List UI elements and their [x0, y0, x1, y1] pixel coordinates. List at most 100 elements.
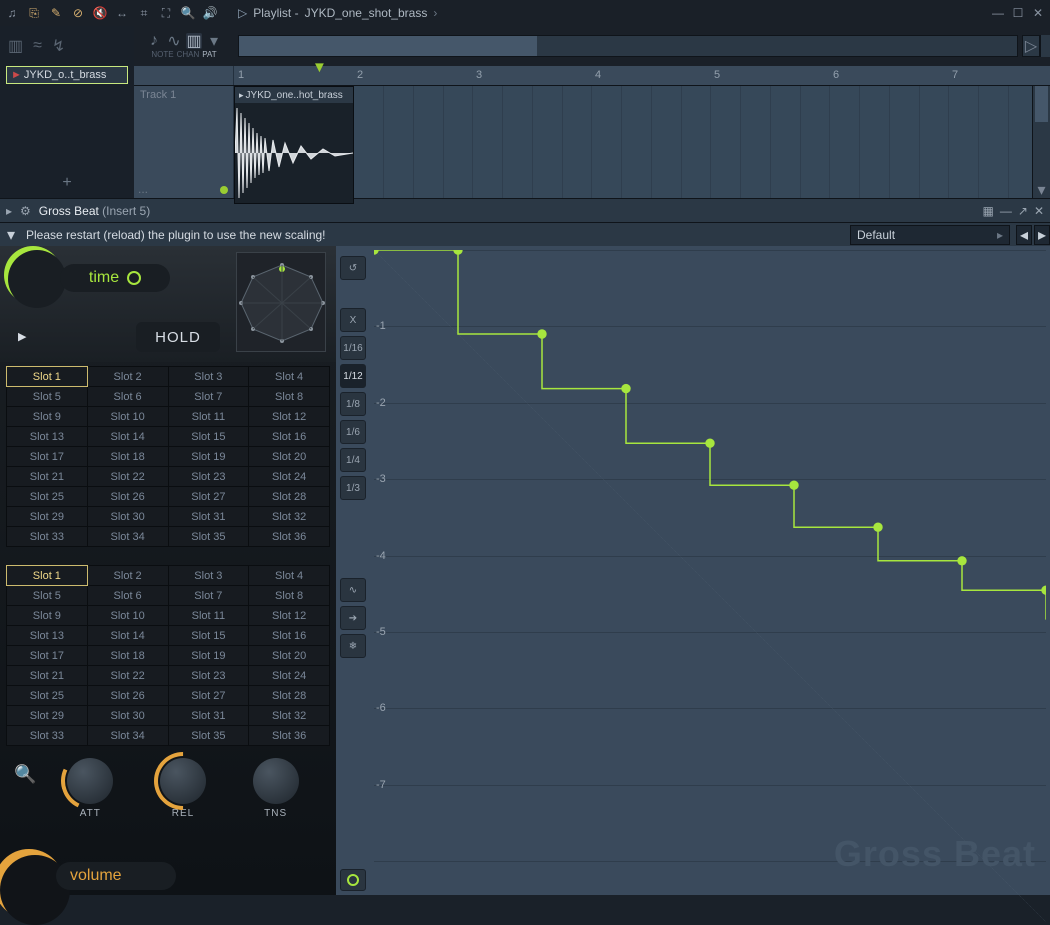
tns-knob[interactable]: TNS [253, 758, 299, 819]
timeline-ruler[interactable]: ▼ 1 2 3 4 5 6 7 [134, 66, 1050, 86]
slot-button[interactable]: Slot 29 [7, 507, 88, 527]
slot-button[interactable]: Slot 31 [168, 706, 249, 726]
slot-button[interactable]: Slot 3 [168, 367, 249, 387]
plugin-minimize-button[interactable]: — [1000, 204, 1012, 218]
source-clip[interactable]: ► JYKD_o..t_brass [6, 66, 128, 84]
headphones-icon[interactable]: ♫ [4, 5, 20, 21]
chevron-right-icon[interactable]: › [433, 6, 437, 20]
plugin-close-button[interactable]: ✕ [1034, 204, 1044, 218]
slot-button[interactable]: Slot 6 [87, 586, 168, 606]
slot-button[interactable]: Slot 18 [87, 646, 168, 666]
slot-button[interactable]: Slot 12 [249, 407, 330, 427]
slot-button[interactable]: Slot 24 [249, 666, 330, 686]
slot-button[interactable]: Slot 16 [249, 626, 330, 646]
slot-button[interactable]: Slot 4 [249, 566, 330, 586]
slot-button[interactable]: Slot 9 [7, 606, 88, 626]
slot-button[interactable]: Slot 22 [87, 467, 168, 487]
slot-button[interactable]: Slot 11 [168, 606, 249, 626]
slot-button[interactable]: Slot 19 [168, 646, 249, 666]
slot-button[interactable]: Slot 6 [87, 387, 168, 407]
slot-button[interactable]: Slot 33 [7, 527, 88, 547]
slot-button[interactable]: Slot 30 [87, 706, 168, 726]
slot-button[interactable]: Slot 11 [168, 407, 249, 427]
gear-icon[interactable]: ⚙ [20, 204, 31, 218]
plugin-detach-button[interactable]: ↗ [1018, 204, 1028, 218]
preset-prev-button[interactable]: ◂ [1016, 225, 1032, 245]
snap-x-button[interactable]: X [340, 308, 366, 332]
track-active-indicator[interactable] [220, 186, 228, 194]
slot-button[interactable]: Slot 23 [168, 666, 249, 686]
attach-icon[interactable]: ⎘ [26, 5, 42, 21]
overview-next-button[interactable]: ▷ [1022, 35, 1040, 57]
slot-button[interactable]: Slot 3 [168, 566, 249, 586]
overview-zoom-handle[interactable] [1040, 35, 1050, 57]
pencil-icon[interactable]: ✎ [48, 5, 64, 21]
slot-button[interactable]: Slot 7 [168, 586, 249, 606]
time-knob[interactable] [8, 250, 66, 308]
slot-button[interactable]: Slot 28 [249, 487, 330, 507]
freeze-button[interactable]: ❄ [340, 634, 366, 658]
mute-icon[interactable]: 🔇 [92, 5, 108, 21]
slot-button[interactable]: Slot 24 [249, 467, 330, 487]
graph-clock-button[interactable] [340, 869, 366, 891]
slot-button[interactable]: Slot 4 [249, 367, 330, 387]
magnify-icon[interactable]: 🔍 [14, 764, 36, 785]
audio-clip[interactable]: ▸ JYKD_one..hot_brass [234, 86, 354, 204]
slot-button[interactable]: Slot 20 [249, 447, 330, 467]
wave-icon[interactable]: ≈ [33, 37, 42, 55]
vscroll-down-icon[interactable]: ▾ [1033, 182, 1050, 198]
slot-button[interactable]: Slot 34 [87, 527, 168, 547]
arrow-button[interactable]: ➔ [340, 606, 366, 630]
zoom-icon[interactable]: 🔍 [180, 5, 196, 21]
crop-icon[interactable]: ⛶ [158, 5, 174, 21]
att-knob[interactable]: ATT [67, 758, 113, 819]
slot-button[interactable]: Slot 32 [249, 706, 330, 726]
slot-button[interactable]: Slot 8 [249, 586, 330, 606]
preset-selector[interactable]: Default ▸ [850, 225, 1010, 245]
slot-button[interactable]: Slot 36 [249, 527, 330, 547]
slot-button[interactable]: Slot 36 [249, 726, 330, 746]
slot-button[interactable]: Slot 9 [7, 407, 88, 427]
slot-button[interactable]: Slot 5 [7, 586, 88, 606]
minimize-button[interactable]: — [990, 5, 1006, 21]
wrench-icon[interactable]: ↯ [52, 36, 65, 56]
snap-1-4-button[interactable]: 1/4 [340, 448, 366, 472]
select-icon[interactable]: ⌗ [136, 5, 152, 21]
slot-button[interactable]: Slot 28 [249, 686, 330, 706]
slot-button[interactable]: Slot 16 [249, 427, 330, 447]
slot-button[interactable]: Slot 21 [7, 467, 88, 487]
mode-menu-icon[interactable]: ▾ [206, 33, 222, 49]
slot-button[interactable]: Slot 13 [7, 626, 88, 646]
curve-button[interactable]: ∿ [340, 578, 366, 602]
slot-button[interactable]: Slot 30 [87, 507, 168, 527]
snap-1-16-button[interactable]: 1/16 [340, 336, 366, 360]
slot-button[interactable]: Slot 25 [7, 686, 88, 706]
slot-button[interactable]: Slot 14 [87, 427, 168, 447]
snap-1-6-button[interactable]: 1/6 [340, 420, 366, 444]
snap-undo-button[interactable]: ↺ [340, 256, 366, 280]
slot-button[interactable]: Slot 22 [87, 666, 168, 686]
track-1-header[interactable]: Track 1 [134, 86, 233, 104]
snap-1-3-button[interactable]: 1/3 [340, 476, 366, 500]
vscroll-thumb[interactable] [1035, 86, 1048, 122]
slot-button[interactable]: Slot 1 [7, 566, 88, 586]
slot-button[interactable]: Slot 33 [7, 726, 88, 746]
close-button[interactable]: ✕ [1030, 5, 1046, 21]
slot-button[interactable]: Slot 25 [7, 487, 88, 507]
add-track-button[interactable]: + [0, 174, 134, 198]
slot-button[interactable]: Slot 15 [168, 626, 249, 646]
maximize-button[interactable]: ☐ [1010, 5, 1026, 21]
rel-knob[interactable]: REL [160, 758, 206, 819]
mode-pattern-icon[interactable]: ▥ [186, 33, 202, 49]
slot-button[interactable]: Slot 2 [87, 566, 168, 586]
slot-button[interactable]: Slot 10 [87, 407, 168, 427]
mode-automation-icon[interactable]: ∿ [166, 33, 182, 49]
track-more-icon[interactable]: ... [138, 182, 148, 196]
hold-button[interactable]: HOLD [136, 322, 220, 352]
slot-button[interactable]: Slot 1 [7, 367, 88, 387]
piano-icon[interactable]: ▥ [8, 36, 23, 56]
clip-area[interactable]: ▸ JYKD_one..hot_brass [234, 86, 1050, 198]
slot-button[interactable]: Slot 17 [7, 646, 88, 666]
slot-button[interactable]: Slot 32 [249, 507, 330, 527]
pattern-radar[interactable] [236, 252, 326, 352]
